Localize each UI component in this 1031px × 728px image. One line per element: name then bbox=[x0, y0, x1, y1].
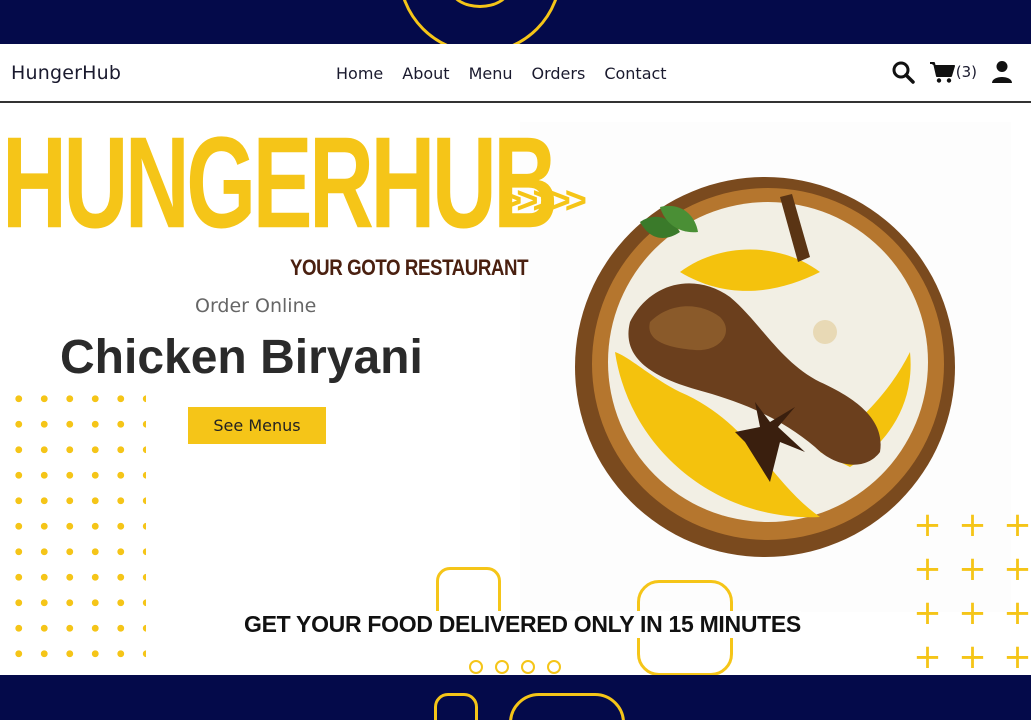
plus-icon: + bbox=[958, 549, 987, 589]
delivery-banner: GET YOUR FOOD DELIVERED ONLY IN 15 MINUT… bbox=[244, 611, 801, 638]
nav-orders[interactable]: Orders bbox=[532, 64, 586, 83]
dish-title: Chicken Biryani bbox=[60, 331, 423, 384]
main-nav: Home About Menu Orders Contact bbox=[336, 64, 667, 83]
header-icons: (3) bbox=[891, 60, 1013, 84]
bottom-band bbox=[0, 675, 1031, 720]
dot-pattern-decoration bbox=[6, 386, 146, 676]
carousel-dot[interactable] bbox=[469, 660, 483, 674]
decorative-rounded-rect bbox=[509, 693, 625, 720]
plus-icon: + bbox=[1003, 505, 1031, 545]
top-band bbox=[0, 0, 1031, 44]
chevrons-decoration: >>>>> bbox=[500, 180, 587, 222]
decorative-rounded-rect bbox=[434, 693, 478, 720]
cart-icon bbox=[929, 62, 955, 83]
carousel-dot[interactable] bbox=[521, 660, 535, 674]
nav-about[interactable]: About bbox=[402, 64, 449, 83]
user-icon bbox=[992, 61, 1012, 83]
search-icon bbox=[892, 61, 915, 84]
cart-button[interactable]: (3) bbox=[929, 60, 977, 84]
plus-icon: + bbox=[958, 505, 987, 545]
nav-home[interactable]: Home bbox=[336, 64, 383, 83]
hero-tagline: YOUR GOTO RESTAURANT bbox=[290, 255, 529, 280]
plus-icon: + bbox=[1003, 549, 1031, 589]
plus-icon: + bbox=[1003, 593, 1031, 633]
carousel-dot[interactable] bbox=[495, 660, 509, 674]
carousel-indicators bbox=[469, 660, 561, 674]
plus-icon: + bbox=[913, 549, 942, 589]
plus-icon: + bbox=[958, 593, 987, 633]
see-menus-button[interactable]: See Menus bbox=[188, 407, 326, 444]
cart-count: (3) bbox=[955, 63, 977, 81]
hero-subtitle: Order Online bbox=[195, 295, 317, 317]
nav-contact[interactable]: Contact bbox=[604, 64, 666, 83]
carousel-dot[interactable] bbox=[547, 660, 561, 674]
account-button[interactable] bbox=[991, 60, 1013, 84]
search-button[interactable] bbox=[891, 60, 915, 84]
plus-icon: + bbox=[913, 593, 942, 633]
plus-icon: + bbox=[913, 505, 942, 545]
navbar: HungerHub Home About Menu Orders Contact… bbox=[0, 44, 1031, 103]
brand-logo[interactable]: HungerHub bbox=[11, 62, 121, 84]
hero-title: HUNGERHUB bbox=[2, 110, 558, 256]
nav-menu[interactable]: Menu bbox=[469, 64, 513, 83]
